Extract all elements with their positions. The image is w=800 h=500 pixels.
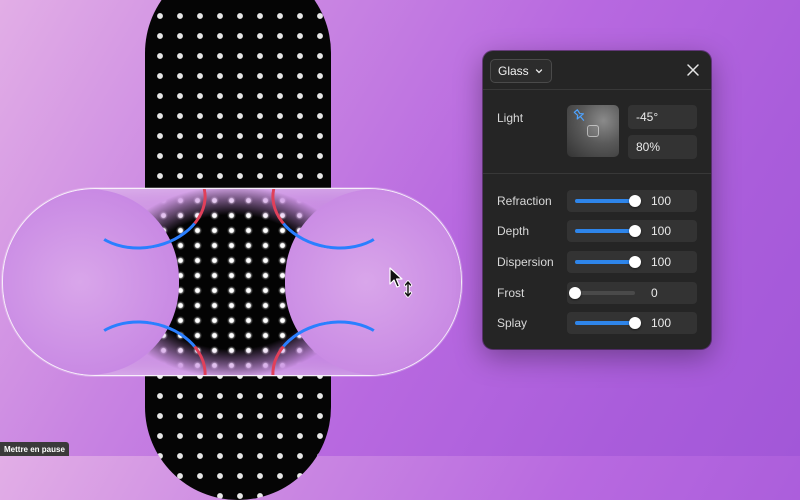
slider-row-frost: Frost 0 xyxy=(483,282,711,304)
refraction-control: 100 xyxy=(567,190,697,212)
splay-slider[interactable] xyxy=(575,317,641,329)
chevron-down-icon xyxy=(535,69,542,74)
pause-button[interactable]: Mettre en pause xyxy=(0,442,69,456)
splay-value[interactable]: 100 xyxy=(651,316,671,330)
slider-thumb[interactable] xyxy=(569,287,581,299)
slider-row-depth: Depth 100 xyxy=(483,220,711,242)
refraction-slider[interactable] xyxy=(575,195,641,207)
close-icon[interactable] xyxy=(685,62,701,78)
splay-label: Splay xyxy=(497,316,528,330)
glass-properties-panel: Glass Light -45° 80% Refraction 100 Dept… xyxy=(483,51,711,349)
frost-slider[interactable] xyxy=(569,287,635,299)
splay-control: 100 xyxy=(567,312,697,334)
light-surface-indicator xyxy=(587,125,599,137)
slider-row-refraction: Refraction 100 xyxy=(483,190,711,212)
light-label: Light xyxy=(497,111,524,125)
refraction-label: Refraction xyxy=(497,194,552,208)
slider-row-splay: Splay 100 xyxy=(483,312,711,334)
dispersion-control: 100 xyxy=(567,251,697,273)
divider xyxy=(483,173,711,174)
dispersion-label: Dispersion xyxy=(497,255,554,269)
depth-label: Depth xyxy=(497,224,530,238)
panel-header: Glass xyxy=(483,51,711,89)
slider-row-dispersion: Dispersion 100 xyxy=(483,251,711,273)
slider-fill xyxy=(575,260,635,264)
dispersion-value[interactable]: 100 xyxy=(651,255,671,269)
depth-control: 100 xyxy=(567,220,697,242)
effect-type-dropdown[interactable]: Glass xyxy=(490,59,552,83)
frost-label: Frost xyxy=(497,286,525,300)
divider xyxy=(483,89,711,90)
slider-thumb[interactable] xyxy=(629,256,641,268)
depth-slider[interactable] xyxy=(575,225,641,237)
slider-thumb[interactable] xyxy=(629,195,641,207)
slider-fill xyxy=(575,229,635,233)
refraction-value[interactable]: 100 xyxy=(651,194,671,208)
dispersion-slider[interactable] xyxy=(575,256,641,268)
light-angle-field[interactable]: -45° xyxy=(628,105,697,129)
slider-fill xyxy=(575,321,635,325)
slider-thumb[interactable] xyxy=(629,317,641,329)
depth-value[interactable]: 100 xyxy=(651,224,671,238)
light-direction-control[interactable] xyxy=(567,105,619,157)
effect-type-label: Glass xyxy=(498,64,529,78)
frost-value[interactable]: 0 xyxy=(651,286,658,300)
pin-icon[interactable] xyxy=(572,108,588,124)
resize-cursor-icon xyxy=(389,267,413,298)
frost-control: 0 xyxy=(567,282,697,304)
light-intensity-field[interactable]: 80% xyxy=(628,135,697,159)
slider-thumb[interactable] xyxy=(629,225,641,237)
slider-fill xyxy=(575,199,635,203)
